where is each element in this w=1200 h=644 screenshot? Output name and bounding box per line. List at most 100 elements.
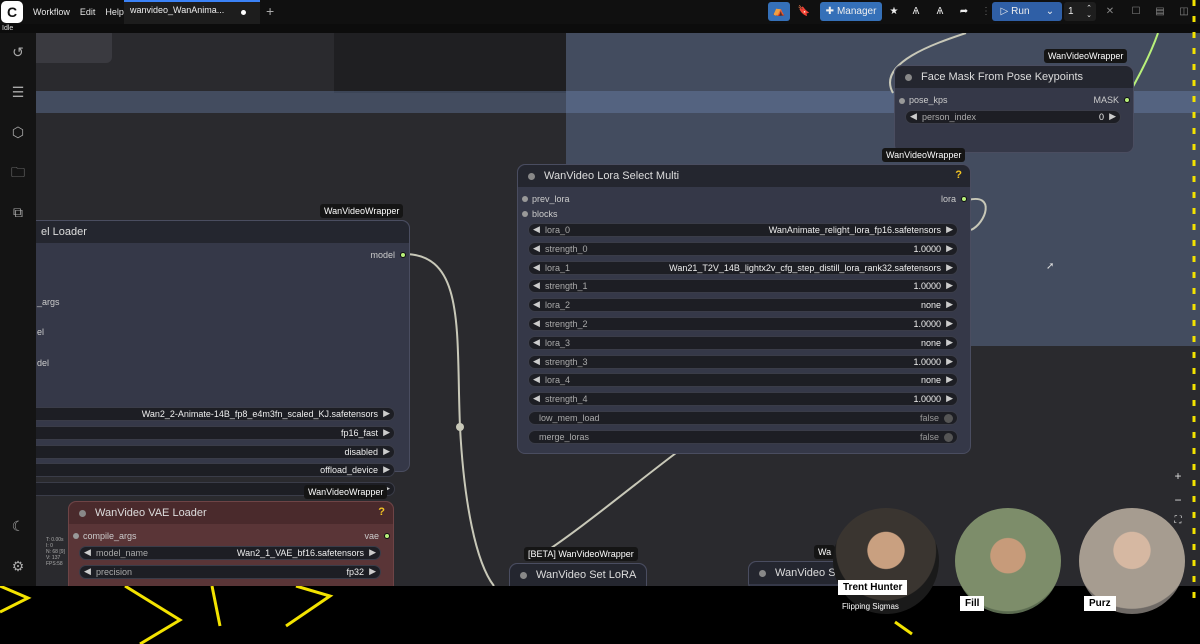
- increment-arrow-icon[interactable]: ▶: [946, 280, 953, 291]
- folder-icon[interactable]: 🗀: [9, 163, 27, 181]
- lora-widget-lora-0[interactable]: ◀ lora_0 WanAnimate_relight_lora_fp16.safe…: [528, 223, 958, 237]
- toggle-merge-loras[interactable]: merge_loras false: [528, 429, 958, 444]
- bookmark-icon[interactable]: 🔖: [794, 2, 814, 21]
- fit-view-icon[interactable]: ⛶: [1170, 515, 1186, 526]
- model-loader-widget[interactable]: Wan2_2-Animate-14B_fp8_e4m3fn_scaled_KJ.…: [36, 407, 395, 421]
- workflow-tree-icon[interactable]: ⧉: [9, 203, 27, 221]
- set-lora-node[interactable]: WanVideo Set LoRA: [509, 563, 647, 586]
- increment-arrow-icon[interactable]: ▶: [946, 393, 953, 404]
- lora-widget-lora-4[interactable]: ◀ lora_4 none ▶: [528, 373, 958, 388]
- increment-arrow-icon[interactable]: ▶: [383, 446, 390, 457]
- face-mask-node[interactable]: Face Mask From Pose Keypoints pose_kps M…: [894, 65, 1134, 153]
- toggle-low-mem-load[interactable]: low_mem_load false: [528, 411, 958, 425]
- increment-arrow-icon[interactable]: ▶: [383, 427, 390, 438]
- model-loader-widget[interactable]: fp16_fast ▶: [36, 425, 395, 440]
- menu-workflow[interactable]: Workflow: [33, 7, 70, 17]
- drag-handle-icon[interactable]: ⋮: [981, 2, 991, 21]
- vae-loader-title[interactable]: WanVideo VAE Loader ?: [69, 502, 393, 524]
- chart-icon[interactable]: Ѧ: [908, 2, 924, 21]
- increment-arrow-icon[interactable]: ▶: [383, 408, 390, 419]
- decrement-arrow-icon[interactable]: ◀: [533, 224, 540, 235]
- increment-arrow-icon[interactable]: ▶: [946, 243, 953, 254]
- increment-arrow-icon[interactable]: ▶: [946, 299, 953, 310]
- model-loader-widget[interactable]: offload_device ▶: [36, 463, 395, 478]
- decrement-arrow-icon[interactable]: ◀: [533, 299, 540, 310]
- lora-widget-strength-2[interactable]: ◀ strength_2 1.0000 ▶: [528, 317, 958, 331]
- run-options-chevron-icon[interactable]: ⌄: [1038, 2, 1062, 21]
- help-icon[interactable]: ?: [378, 506, 385, 518]
- increment-arrow-icon[interactable]: ▶: [369, 566, 376, 577]
- increment-arrow-icon[interactable]: ▶: [946, 224, 953, 235]
- decrement-arrow-icon[interactable]: ◀: [533, 262, 540, 273]
- lora-widget-lora-2[interactable]: ◀ lora_2 none ▶: [528, 298, 958, 313]
- prev-lora-input-dot[interactable]: [522, 196, 528, 202]
- decrement-arrow-icon[interactable]: ◀: [533, 356, 540, 367]
- decrement-arrow-icon[interactable]: ◀: [533, 374, 540, 385]
- decrement-arrow-icon[interactable]: ◀: [533, 337, 540, 348]
- lora-widget-lora-3[interactable]: ◀ lora_3 none ▶: [528, 335, 958, 350]
- increment-arrow-icon[interactable]: ▶: [946, 337, 953, 348]
- settings-gear-icon[interactable]: ⚙: [9, 557, 27, 575]
- model-output-dot[interactable]: [400, 252, 406, 258]
- model-loader-title[interactable]: el Loader: [36, 221, 409, 243]
- decrement-arrow-icon[interactable]: ◀: [84, 547, 91, 558]
- graph-icon[interactable]: Ѧ: [932, 2, 948, 21]
- increment-arrow-icon[interactable]: ▶: [369, 547, 376, 558]
- toggle-knob[interactable]: [944, 414, 953, 423]
- panel-toggle-icon[interactable]: ☐: [1128, 2, 1144, 21]
- increment-arrow-icon[interactable]: ▶: [1109, 111, 1116, 122]
- collapse-dot-icon[interactable]: [528, 173, 535, 180]
- lora-select-multi-node[interactable]: WanVideo Lora Select Multi ? prev_lora b…: [517, 164, 971, 454]
- toggle-knob[interactable]: [944, 432, 953, 442]
- star-icon[interactable]: ★: [886, 2, 902, 21]
- collapse-dot-icon[interactable]: [79, 510, 86, 517]
- queue-icon[interactable]: ☰: [9, 83, 27, 101]
- lora-select-title[interactable]: WanVideo Lora Select Multi ?: [518, 165, 970, 187]
- model-loader-widget[interactable]: disabled ▶: [36, 444, 395, 459]
- collapse-dot-icon[interactable]: [520, 572, 527, 579]
- manager-button[interactable]: ✚ Manager: [820, 2, 882, 21]
- lora-widget-strength-1[interactable]: ◀ strength_1 1.0000 ▶: [528, 279, 958, 294]
- model-loader-node[interactable]: el Loader model _args el del Wan2_2-Anim…: [36, 220, 410, 497]
- decrement-arrow-icon[interactable]: ◀: [533, 243, 540, 254]
- new-tab-plus-icon[interactable]: +: [266, 3, 274, 19]
- person-index-widget[interactable]: ◀ person_index 0 ▶: [905, 110, 1121, 124]
- menu-edit[interactable]: Edit: [80, 7, 96, 17]
- increment-arrow-icon[interactable]: ▶: [946, 356, 953, 367]
- workflow-tab[interactable]: wanvideo_WanAnima...: [124, 0, 260, 24]
- lora-output-dot[interactable]: [961, 196, 967, 202]
- decrement-arrow-icon[interactable]: ◀: [910, 111, 917, 122]
- decrement-arrow-icon[interactable]: ◀: [533, 318, 540, 329]
- face-mask-title[interactable]: Face Mask From Pose Keypoints: [895, 66, 1133, 88]
- help-icon[interactable]: ?: [955, 169, 962, 181]
- close-icon[interactable]: ✕: [1102, 2, 1118, 21]
- history-icon[interactable]: ↺: [9, 43, 27, 61]
- lora-widget-strength-0[interactable]: ◀ strength_0 1.0000 ▶: [528, 241, 958, 256]
- decrement-arrow-icon[interactable]: ◀: [533, 393, 540, 404]
- increment-arrow-icon[interactable]: ▶: [946, 374, 953, 385]
- collapse-dot-icon[interactable]: [905, 74, 912, 81]
- blocks-input-dot[interactable]: [522, 211, 528, 217]
- vae-model-name-widget[interactable]: ◀ model_name Wan2_1_VAE_bf16.safetensors…: [79, 546, 381, 560]
- increment-arrow-icon[interactable]: ▶: [946, 262, 953, 273]
- node-canvas[interactable]: WanVideoWrapper Face Mask From Pose Keyp…: [36, 33, 1200, 586]
- increment-arrow-icon[interactable]: ▶: [946, 318, 953, 329]
- decrement-arrow-icon[interactable]: ◀: [533, 280, 540, 291]
- zoom-out-icon[interactable]: −: [1170, 493, 1186, 507]
- lora-widget-strength-3[interactable]: ◀ strength_3 1.0000 ▶: [528, 354, 958, 369]
- queue-count-stepper[interactable]: 1 ⌃ ⌄: [1064, 2, 1096, 21]
- vae-precision-widget[interactable]: ◀ precision fp32 ▶: [79, 565, 381, 579]
- set-lora-title[interactable]: WanVideo Set LoRA: [510, 564, 646, 586]
- compile-args-input-dot[interactable]: [73, 533, 79, 539]
- node-library-cube-icon[interactable]: ⬡: [9, 123, 27, 141]
- decrement-arrow-icon[interactable]: ◀: [84, 566, 91, 577]
- vae-output-dot[interactable]: [384, 533, 390, 539]
- collapse-dot-icon[interactable]: [759, 570, 766, 577]
- lora-widget-strength-4[interactable]: ◀ strength_4 1.0000 ▶: [528, 392, 958, 407]
- vae-loader-node[interactable]: WanVideo VAE Loader ? compile_args vae ◀…: [68, 501, 394, 586]
- mask-output-dot[interactable]: [1124, 97, 1130, 103]
- share-icon[interactable]: ➦: [956, 2, 972, 21]
- run-button[interactable]: ▷ Run: [992, 2, 1038, 21]
- focus-mode-icon[interactable]: ⛺: [768, 2, 790, 21]
- theme-moon-icon[interactable]: ☾: [9, 517, 27, 535]
